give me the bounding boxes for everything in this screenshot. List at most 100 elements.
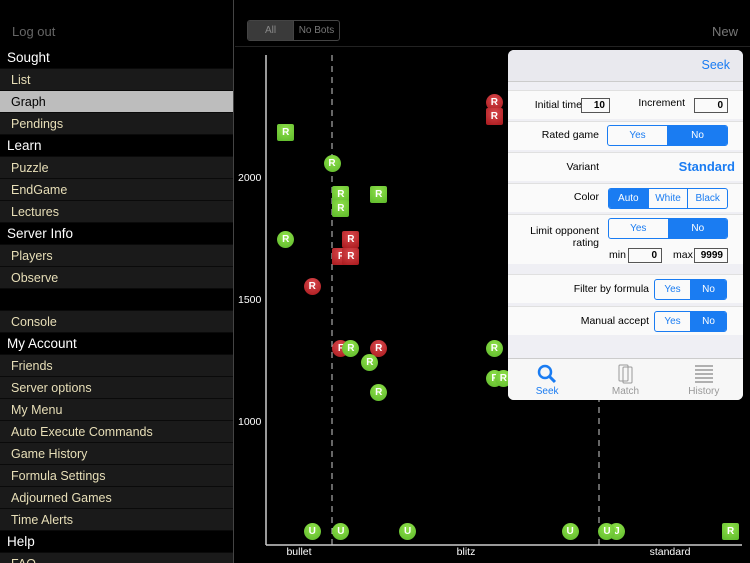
formula-yes[interactable]: Yes	[655, 280, 690, 299]
manual-yes[interactable]: Yes	[655, 312, 690, 331]
seek-point[interactable]: U	[399, 522, 417, 540]
sidebar-item[interactable]: FAQ	[0, 553, 233, 563]
x-category-label: bullet	[286, 546, 311, 558]
rated-toggle: Yes No	[607, 125, 728, 146]
seek-point[interactable]: R	[722, 522, 740, 540]
limit-toggle: Yes No	[608, 218, 728, 239]
seek-point[interactable]: R	[323, 154, 341, 172]
seek-point[interactable]: R	[342, 339, 360, 357]
y-tick-label: 2000	[238, 172, 262, 184]
rated-yes[interactable]: Yes	[608, 126, 667, 145]
manual-no[interactable]: No	[690, 312, 726, 331]
sidebar-item[interactable]: Observe	[0, 267, 233, 289]
seek-point[interactable]: R	[485, 339, 503, 357]
seek-point[interactable]: U	[598, 522, 616, 540]
seek-point[interactable]: R	[370, 185, 388, 203]
bot-filter-segmented: All No Bots	[247, 20, 340, 41]
initial-time-input[interactable]: 10	[581, 98, 610, 113]
tab-match[interactable]: Match	[586, 359, 664, 400]
x-category-label: standard	[650, 546, 691, 558]
seek-point[interactable]: R	[332, 200, 350, 218]
manual-label: Manual accept	[580, 315, 649, 327]
manual-toggle: Yes No	[654, 311, 727, 332]
sidebar: Log out Sought List Graph Pendings Learn Puzz…	[0, 0, 234, 563]
sidebar-item[interactable]: Console	[0, 311, 233, 333]
sidebar-section-header: Help	[0, 531, 233, 553]
sidebar-item[interactable]: Players	[0, 245, 233, 267]
match-icon	[618, 364, 633, 384]
filter-all[interactable]: All	[248, 21, 293, 40]
limit-no[interactable]: No	[667, 219, 727, 238]
sidebar-item[interactable]: Formula Settings	[0, 465, 233, 487]
color-white[interactable]: White	[647, 189, 688, 208]
tab-match-label: Match	[611, 386, 640, 397]
top-bar: All No Bots New	[235, 0, 750, 47]
max-rating-input[interactable]: 9999	[694, 248, 728, 263]
sidebar-item[interactable]: Server options	[0, 377, 233, 399]
sidebar-section-header: Server Info	[0, 223, 233, 245]
sidebar-item[interactable]: EndGame	[0, 179, 233, 201]
limit-row: Limit opponent rating Yes No min 0 max 9…	[508, 214, 743, 264]
tab-history[interactable]: History	[665, 359, 743, 400]
increment-label: Increment	[638, 97, 685, 109]
sidebar-item[interactable]: Adjourned Games	[0, 487, 233, 509]
filter-no-bots[interactable]: No Bots	[293, 21, 339, 40]
sidebar-item[interactable]: Friends	[0, 355, 233, 377]
min-label: min	[609, 249, 626, 261]
tab-seek[interactable]: Seek	[508, 359, 586, 400]
sidebar-section-header: My Account	[0, 333, 233, 355]
seek-point[interactable]: U	[332, 522, 350, 540]
seek-point[interactable]: R	[303, 277, 321, 295]
history-icon	[694, 365, 713, 383]
rated-no[interactable]: No	[667, 126, 727, 145]
increment-input[interactable]: 0	[694, 98, 728, 113]
search-icon	[537, 364, 557, 384]
seek-point[interactable]: R	[342, 247, 360, 265]
formula-no[interactable]: No	[690, 280, 726, 299]
x-category-label: blitz	[457, 546, 476, 558]
rated-label: Rated game	[541, 129, 599, 141]
sidebar-item[interactable]: List	[0, 69, 233, 91]
time-row: Initial time 10 Increment 0	[508, 90, 743, 119]
sidebar-item[interactable]: Pendings	[0, 113, 233, 135]
sidebar-item[interactable]: My Menu	[0, 399, 233, 421]
initial-time-label: Initial time	[534, 99, 582, 111]
max-label: max	[673, 249, 693, 261]
limit-label: Limit opponent rating	[530, 225, 599, 249]
new-button[interactable]: New	[712, 24, 738, 39]
seek-point[interactable]: R	[342, 231, 360, 249]
rated-row: Rated game Yes No	[508, 121, 743, 150]
color-black[interactable]: Black	[687, 189, 727, 208]
sidebar-item[interactable]: Lectures	[0, 201, 233, 223]
min-rating-input[interactable]: 0	[628, 248, 662, 263]
sidebar-item	[0, 289, 233, 311]
y-tick-label: 1500	[238, 294, 262, 306]
variant-value[interactable]: Standard	[679, 159, 735, 174]
tab-seek-label: Seek	[535, 386, 559, 397]
seek-point[interactable]: U	[561, 522, 579, 540]
limit-yes[interactable]: Yes	[609, 219, 668, 238]
sidebar-item[interactable]: Graph	[0, 91, 233, 113]
sidebar-item[interactable]: Auto Execute Commands	[0, 421, 233, 443]
seek-point[interactable]: U	[303, 522, 321, 540]
logout-button[interactable]: Log out	[12, 24, 55, 39]
seek-button[interactable]: Seek	[702, 58, 731, 72]
color-auto[interactable]: Auto	[609, 189, 648, 208]
seek-point[interactable]: R	[277, 123, 295, 141]
sidebar-section-header: Sought	[0, 47, 233, 69]
manual-row: Manual accept Yes No	[508, 306, 743, 335]
popover-header: Seek	[508, 50, 743, 82]
color-row: Color Auto White Black	[508, 183, 743, 212]
formula-toggle: Yes No	[654, 279, 727, 300]
color-toggle: Auto White Black	[608, 188, 728, 209]
formula-label: Filter by formula	[573, 283, 649, 295]
tab-history-label: History	[688, 386, 720, 397]
variant-row: Variant Standard	[508, 152, 743, 181]
variant-label: Variant	[566, 161, 600, 173]
seek-point[interactable]: R	[485, 108, 503, 126]
tab-bar: Seek Match History	[508, 358, 743, 400]
sidebar-item[interactable]: Time Alerts	[0, 509, 233, 531]
sidebar-item[interactable]: Game History	[0, 443, 233, 465]
y-tick-label: 1000	[238, 416, 262, 428]
sidebar-item[interactable]: Puzzle	[0, 157, 233, 179]
